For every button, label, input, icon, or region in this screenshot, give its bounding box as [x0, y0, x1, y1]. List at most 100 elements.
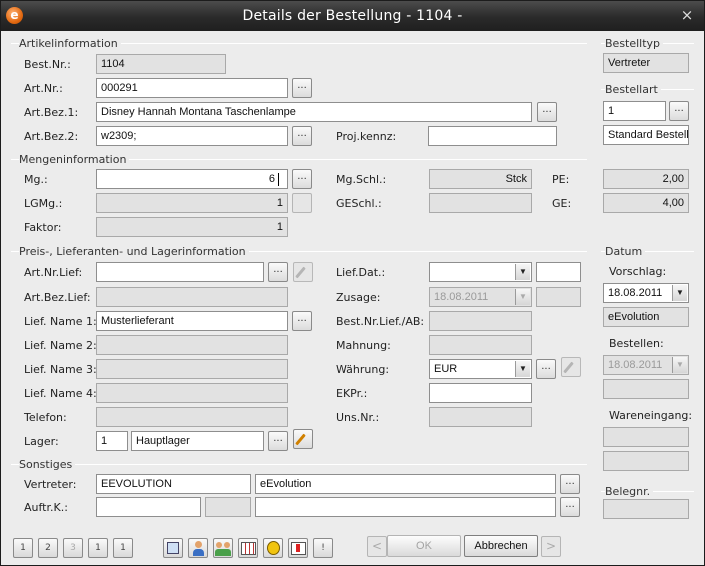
- toolbar-button-extra[interactable]: !: [313, 538, 333, 558]
- art-nr-lief-lookup-button[interactable]: ...: [268, 262, 288, 282]
- toolbar-button-4[interactable]: 1: [88, 538, 108, 558]
- user-icon-button[interactable]: [188, 538, 208, 558]
- zusage-extra-field: [536, 287, 581, 307]
- waehrung-lookup-button[interactable]: ...: [536, 359, 556, 379]
- art-nr-lookup-button[interactable]: ...: [292, 78, 312, 98]
- edit-pen-icon[interactable]: [293, 429, 313, 449]
- waehrung-combo[interactable]: EUR ▼: [429, 359, 532, 379]
- auftr-k-input[interactable]: [96, 497, 201, 517]
- alert-icon-button[interactable]: [288, 538, 308, 558]
- telefon-field: [96, 407, 288, 427]
- info-icon-button[interactable]: [263, 538, 283, 558]
- edit-pen-icon: [561, 357, 581, 377]
- vorschlag-user-field: eEvolution: [603, 307, 689, 327]
- lgmg-lookup-button: [292, 193, 312, 213]
- mg-schl-field: Stck: [429, 169, 532, 189]
- art-bez2-label: Art.Bez.2:: [24, 130, 79, 143]
- toolbar-button-2[interactable]: 2: [38, 538, 58, 558]
- lager-nr-input[interactable]: 1: [96, 431, 128, 451]
- art-nr-lief-label: Art.Nr.Lief:: [24, 266, 83, 279]
- bestellen-date-combo: 18.08.2011 ▼: [603, 355, 689, 375]
- chevron-down-icon[interactable]: ▼: [515, 264, 530, 280]
- art-bez2-input[interactable]: w2309;: [96, 126, 288, 146]
- art-bez1-lookup-button[interactable]: ...: [537, 102, 557, 122]
- section-title-belegnr: Belegnr.: [605, 485, 654, 498]
- proj-kennz-input[interactable]: [428, 126, 557, 146]
- vertreter-code-input[interactable]: EEVOLUTION: [96, 474, 251, 494]
- art-bez1-label: Art.Bez.1:: [24, 106, 79, 119]
- ekpr-input[interactable]: [429, 383, 532, 403]
- zusage-combo: 18.08.2011 ▼: [429, 287, 532, 307]
- vertreter-lookup-button[interactable]: ...: [560, 474, 580, 494]
- mg-schl-label: Mg.Schl.:: [336, 173, 387, 186]
- order-details-dialog: e Details der Bestellung - 1104 - × Arti…: [0, 0, 705, 566]
- lief-name3-label: Lief. Name 3:: [24, 363, 97, 376]
- calendar-icon-button[interactable]: [238, 538, 258, 558]
- window-icon: [167, 542, 179, 554]
- auftr-k-lookup-button[interactable]: ...: [560, 497, 580, 517]
- bestellart-name-field[interactable]: Standard Bestellu: [603, 125, 689, 145]
- chevron-down-icon: ▼: [672, 357, 687, 373]
- lief-name4-label: Lief. Name 4:: [24, 387, 97, 400]
- section-title-sonstiges: Sonstiges: [19, 458, 76, 471]
- section-title-bestelltyp: Bestelltyp: [605, 37, 664, 50]
- mg-input[interactable]: 6: [96, 169, 288, 189]
- window-icon-button[interactable]: [163, 538, 183, 558]
- toolbar-button-1[interactable]: 1: [13, 538, 33, 558]
- chevron-down-icon[interactable]: ▼: [515, 361, 530, 377]
- ok-button: OK: [387, 535, 461, 557]
- section-title-menge: Mengeninformation: [19, 153, 130, 166]
- bestellen-user-field: [603, 379, 689, 399]
- wareneingang-label: Wareneingang:: [609, 409, 693, 422]
- art-bez-lief-label: Art.Bez.Lief:: [24, 291, 91, 304]
- toolbar-button-3: 3: [63, 538, 83, 558]
- lief-name3-field: [96, 359, 288, 379]
- close-button[interactable]: ×: [678, 6, 696, 24]
- lief-name1-input[interactable]: Musterlieferant: [96, 311, 288, 331]
- group-icon-button[interactable]: [213, 538, 233, 558]
- art-nr-input[interactable]: 000291: [96, 78, 288, 98]
- lgmg-field: 1: [96, 193, 288, 213]
- telefon-label: Telefon:: [24, 411, 67, 424]
- abbrechen-button[interactable]: Abbrechen: [464, 535, 538, 557]
- section-title-artikel: Artikelinformation: [19, 37, 121, 50]
- toolbar-button-5[interactable]: 1: [113, 538, 133, 558]
- vorschlag-date-combo[interactable]: 18.08.2011 ▼: [603, 283, 689, 303]
- vorschlag-date-value: 18.08.2011: [608, 287, 663, 299]
- zusage-value: 18.08.2011: [434, 291, 489, 303]
- art-nr-label: Art.Nr.:: [24, 82, 63, 95]
- lief-name4-field: [96, 383, 288, 403]
- text-cursor: [278, 173, 279, 186]
- lieferant-lookup-button[interactable]: ...: [292, 311, 312, 331]
- lief-dat-combo[interactable]: ▼: [429, 262, 532, 282]
- lief-dat-label: Lief.Dat.:: [336, 266, 386, 279]
- alert-mark-icon: [296, 544, 300, 552]
- title-bar: e Details der Bestellung - 1104 - ×: [1, 1, 704, 31]
- lief-dat-extra-input[interactable]: [536, 262, 581, 282]
- art-bez2-lookup-button[interactable]: ...: [292, 126, 312, 146]
- auftr-k-desc-input[interactable]: [255, 497, 556, 517]
- zusage-label: Zusage:: [336, 291, 381, 304]
- section-title-bestellart: Bestellart: [605, 83, 661, 96]
- art-nr-lief-input[interactable]: [96, 262, 264, 282]
- bestellen-date-value: 18.08.2011: [608, 359, 663, 371]
- best-nr-label: Best.Nr.:: [24, 58, 71, 71]
- bestellart-lookup-button[interactable]: ...: [669, 101, 689, 121]
- lief-name2-label: Lief. Name 2:: [24, 339, 97, 352]
- waehrung-label: Währung:: [336, 363, 390, 376]
- mg-lookup-button[interactable]: ...: [292, 169, 312, 189]
- calendar-icon: [241, 542, 256, 555]
- vertreter-name-input[interactable]: eEvolution: [255, 474, 556, 494]
- art-bez1-input[interactable]: Disney Hannah Montana Taschenlampe: [96, 102, 532, 122]
- user-icon: [195, 541, 202, 548]
- next-button: >: [541, 536, 561, 557]
- lager-name-input[interactable]: Hauptlager: [131, 431, 264, 451]
- chevron-down-icon[interactable]: ▼: [672, 285, 687, 301]
- bestellart-nr-input[interactable]: 1: [603, 101, 666, 121]
- lager-lookup-button[interactable]: ...: [268, 431, 288, 451]
- geschl-label: GESchl.:: [336, 197, 382, 210]
- edit-pen-icon: [293, 262, 313, 282]
- best-nr-field: 1104: [96, 54, 226, 74]
- section-title-datum: Datum: [605, 245, 646, 258]
- lager-label: Lager:: [24, 435, 59, 448]
